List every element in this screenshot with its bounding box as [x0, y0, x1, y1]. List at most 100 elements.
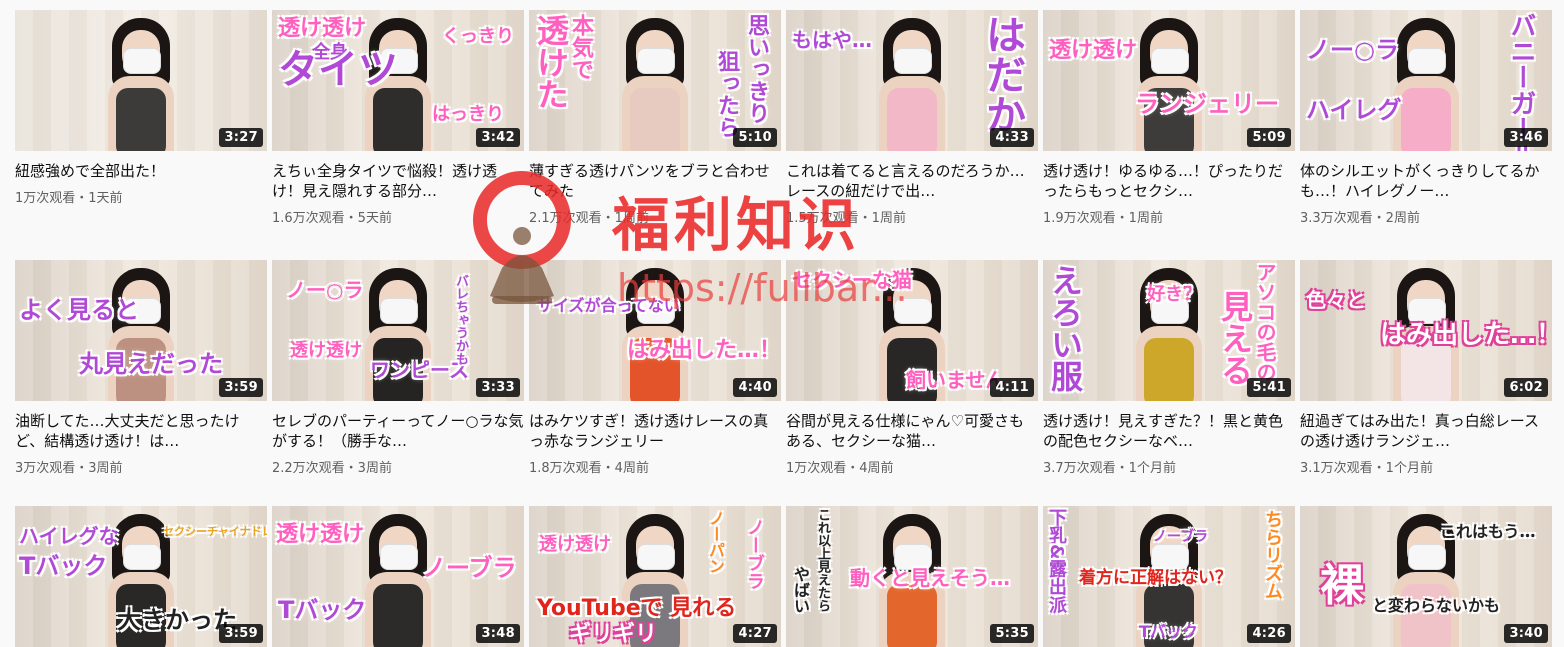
- video-card[interactable]: ノー○ラ ハイレグ バニーガール 3:46 体のシルエットがくっきりしてるかも……: [1300, 10, 1552, 260]
- person-figure: [873, 18, 951, 151]
- video-thumbnail[interactable]: ハイレグな Tバック セクシーチャイナドレス 大きかった 3:59: [15, 506, 267, 647]
- duration-badge: 4:11: [990, 378, 1034, 397]
- video-card[interactable]: 色々と はみ出した…！ 6:02 紐過ぎてはみ出た！真っ白総レースの透け透けラン…: [1300, 260, 1552, 506]
- thumb-caption: 着方に正解はない？: [1079, 568, 1232, 588]
- thumb-caption: はっきり: [432, 104, 504, 125]
- thumb-caption: セクシーな猫: [792, 268, 912, 292]
- video-thumbnail[interactable]: 透け透け Tバック ノーブラ 3:48: [272, 506, 524, 647]
- thumb-caption: よく見ると: [19, 296, 139, 324]
- thumb-caption: バレちゃうかも: [453, 274, 468, 365]
- video-card[interactable]: 下乳&露出派 ノーブラ 着方に正解はない？ Tバック ちらリズム 4:26: [1043, 506, 1295, 647]
- video-thumbnail[interactable]: セクシーな猫 飼いません 4:11: [786, 260, 1038, 401]
- video-card[interactable]: 動くと見えそう… これ以上見えたら やばい 5:35: [786, 506, 1038, 647]
- person-figure: [102, 18, 180, 151]
- thumb-caption: 透け透け: [276, 522, 365, 547]
- video-thumbnail[interactable]: 透け透け ランジェリー 5:09: [1043, 10, 1295, 151]
- video-card[interactable]: よく見ると 丸見えだった 3:59 油断してた…大丈夫だと思ったけど、結構透け透…: [15, 260, 267, 506]
- video-title[interactable]: 透け透け！見えすぎた？！黒と黄色の配色セクシーなベ…: [1043, 411, 1295, 451]
- video-row: 3:27 紐感強めで全部出た！ 1万次观看・1天前 透け透け 全身 タイツ くっ…: [15, 10, 1552, 260]
- video-card[interactable]: ノー○ラ 透け透け ワンピース バレちゃうかも 3:33 セレブのパーティーって…: [272, 260, 524, 506]
- video-card[interactable]: サイズが合ってない はみ出した…！ 4:40 はみケツすぎ！透け透けレースの真っ…: [529, 260, 781, 506]
- video-title[interactable]: えちぃ全身タイツで悩殺！透け透け！見え隠れする部分…: [272, 161, 524, 201]
- video-card[interactable]: これはもう… 裸 と変わらないかも 3:40: [1300, 506, 1552, 647]
- duration-badge: 5:41: [1247, 378, 1291, 397]
- duration-badge: 4:26: [1247, 624, 1291, 643]
- video-thumbnail[interactable]: 透け透け YouTubeで 見れる ギリギリ ノーパン ノーブラ 4:27: [529, 506, 781, 647]
- video-title[interactable]: これは着てると言えるのだろうか…レースの紐だけで出…: [786, 161, 1038, 201]
- video-title[interactable]: セレブのパーティーってノー○ラな気がする！（勝手な…: [272, 411, 524, 451]
- video-meta: 1万次观看・4周前: [786, 461, 894, 476]
- thumb-caption: Tバック: [19, 552, 108, 580]
- duration-badge: 4:27: [733, 624, 777, 643]
- video-card[interactable]: えろい服 好き？ アソコの毛の 見える 5:41 透け透け！見えすぎた？！黒と黄…: [1043, 260, 1295, 506]
- thumb-caption: ハイレグ: [1306, 96, 1402, 124]
- duration-badge: 3:40: [1504, 624, 1548, 643]
- video-thumbnail[interactable]: えろい服 好き？ アソコの毛の 見える 5:41: [1043, 260, 1295, 401]
- video-title[interactable]: 谷間が見える仕様にゃん♡可愛さもある、セクシーな猫…: [786, 411, 1038, 451]
- video-title[interactable]: 薄すぎる透けパンツをブラと合わせてみた: [529, 161, 781, 201]
- video-meta: 2.2万次观看・3周前: [272, 461, 392, 476]
- thumb-caption: サイズが合ってない: [537, 296, 680, 315]
- video-card[interactable]: もはや… はだか 4:33 これは着てると言えるのだろうか…レースの紐だけで出……: [786, 10, 1038, 260]
- video-thumbnail[interactable]: ノー○ラ 透け透け ワンピース バレちゃうかも 3:33: [272, 260, 524, 401]
- thumb-caption: ノー○ラ: [286, 278, 364, 302]
- video-title[interactable]: はみケツすぎ！透け透けレースの真っ赤なランジェリー: [529, 411, 781, 451]
- video-title[interactable]: 紐感強めで全部出た！: [15, 161, 267, 181]
- thumb-caption: はみ出した…！: [1380, 320, 1552, 350]
- video-thumbnail[interactable]: 下乳&露出派 ノーブラ 着方に正解はない？ Tバック ちらリズム 4:26: [1043, 506, 1295, 647]
- duration-badge: 3:33: [476, 378, 520, 397]
- video-thumbnail[interactable]: ノー○ラ ハイレグ バニーガール 3:46: [1300, 10, 1552, 151]
- video-card[interactable]: 3:27 紐感強めで全部出た！ 1万次观看・1天前: [15, 10, 267, 260]
- video-meta: 1.9万次观看・1周前: [1043, 211, 1163, 226]
- video-thumbnail[interactable]: 動くと見えそう… これ以上見えたら やばい 5:35: [786, 506, 1038, 647]
- thumb-caption: ノーブラ: [744, 518, 765, 590]
- video-meta: 1万次观看・1天前: [15, 191, 123, 206]
- video-meta: 3.3万次观看・2周前: [1300, 211, 1420, 226]
- thumb-caption: 本気で: [568, 14, 593, 80]
- thumb-caption: 裸: [1320, 560, 1364, 611]
- thumb-caption: 透け透け: [1049, 38, 1138, 63]
- video-card[interactable]: 透け透け 全身 タイツ くっきり はっきり 3:42 えちぃ全身タイツで悩殺！透…: [272, 10, 524, 260]
- thumb-caption: ノー○ラ: [1306, 36, 1399, 64]
- video-title[interactable]: 紐過ぎてはみ出た！真っ白総レースの透け透けランジェ…: [1300, 411, 1552, 451]
- thumb-caption: 色々と: [1306, 288, 1366, 312]
- thumb-caption: ハイレグな: [19, 524, 119, 548]
- video-card[interactable]: 本気で 透けた 思いっきり 狙ったら 5:10 薄すぎる透けパンツをブラと合わせ…: [529, 10, 781, 260]
- video-meta: 2.1万次观看・1周前: [529, 211, 649, 226]
- thumb-caption: 動くと見えそう…: [850, 566, 1010, 590]
- video-meta: 1.8万次观看・4周前: [529, 461, 649, 476]
- video-thumbnail[interactable]: もはや… はだか 4:33: [786, 10, 1038, 151]
- video-thumbnail[interactable]: これはもう… 裸 と変わらないかも 3:40: [1300, 506, 1552, 647]
- thumb-caption: 狙ったら: [714, 50, 739, 138]
- duration-badge: 3:59: [219, 378, 263, 397]
- video-title[interactable]: 透け透け！ゆるゆる…！ぴったりだったらもっとセクシ…: [1043, 161, 1295, 201]
- video-card[interactable]: 透け透け YouTubeで 見れる ギリギリ ノーパン ノーブラ 4:27: [529, 506, 781, 647]
- thumb-caption: これ以上見えたら: [815, 508, 830, 612]
- thumb-caption: Tバック: [1139, 622, 1198, 641]
- video-card[interactable]: ハイレグな Tバック セクシーチャイナドレス 大きかった 3:59: [15, 506, 267, 647]
- video-meta: 3.7万次观看・1个月前: [1043, 461, 1176, 476]
- video-title[interactable]: 油断してた…大丈夫だと思ったけど、結構透け透け！は…: [15, 411, 267, 451]
- video-thumbnail[interactable]: よく見ると 丸見えだった 3:59: [15, 260, 267, 401]
- video-thumbnail[interactable]: 透け透け 全身 タイツ くっきり はっきり 3:42: [272, 10, 524, 151]
- thumb-caption: ノーブラ: [422, 554, 517, 582]
- video-thumbnail[interactable]: 本気で 透けた 思いっきり 狙ったら 5:10: [529, 10, 781, 151]
- video-thumbnail[interactable]: 3:27: [15, 10, 267, 151]
- video-title[interactable]: 体のシルエットがくっきりしてるかも…！ハイレグノー…: [1300, 161, 1552, 201]
- thumb-caption: タイツ: [278, 47, 398, 93]
- thumb-caption: 好き？: [1147, 284, 1201, 305]
- thumb-caption: ノーブラ: [1153, 529, 1209, 545]
- video-card[interactable]: セクシーな猫 飼いません 4:11 谷間が見える仕様にゃん♡可愛さもある、セクシ…: [786, 260, 1038, 506]
- video-card[interactable]: 透け透け ランジェリー 5:09 透け透け！ゆるゆる…！ぴったりだったらもっとセ…: [1043, 10, 1295, 260]
- video-card[interactable]: 透け透け Tバック ノーブラ 3:48: [272, 506, 524, 647]
- video-thumbnail[interactable]: 色々と はみ出した…！ 6:02: [1300, 260, 1552, 401]
- duration-badge: 5:35: [990, 624, 1034, 643]
- thumb-caption: これはもう…: [1440, 522, 1536, 541]
- thumb-caption: 下乳&露出派: [1046, 508, 1067, 614]
- thumb-caption: 丸見えだった: [79, 350, 223, 378]
- thumb-caption: と変わらないかも: [1372, 596, 1501, 615]
- thumb-caption: やばい: [791, 566, 810, 614]
- video-thumbnail[interactable]: サイズが合ってない はみ出した…！ 4:40: [529, 260, 781, 401]
- thumb-caption: ちらリズム: [1262, 510, 1283, 600]
- person-figure: [616, 18, 694, 151]
